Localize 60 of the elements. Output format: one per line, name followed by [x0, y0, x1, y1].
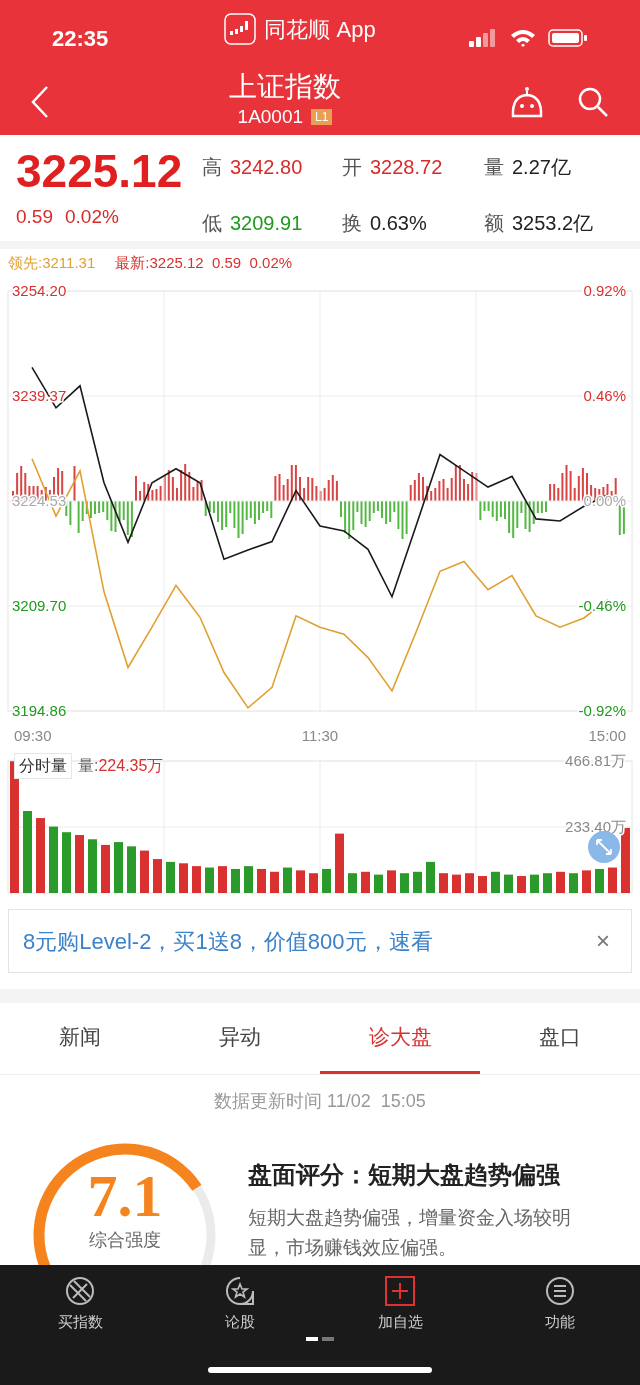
- axis-label: 0.46%: [583, 386, 626, 404]
- index-code: 1A0001: [237, 104, 304, 129]
- stat-value: 3228.72: [370, 155, 443, 180]
- price-change-percent: 0.02%: [65, 205, 119, 229]
- nav-item[interactable]: 论股: [160, 1275, 320, 1335]
- axis-label: 0.92%: [583, 282, 626, 299]
- plus-box-icon: [384, 1275, 416, 1307]
- price-change: 0.59: [16, 205, 53, 229]
- legend-label: 最新:3225.12 0.59 0.02%: [115, 252, 293, 273]
- score-caption: 综合强度: [89, 1229, 161, 1252]
- tab[interactable]: 异动: [160, 1003, 320, 1074]
- promo-text[interactable]: 8元购Level-2，买1送8，价值800元，速看: [23, 924, 433, 958]
- nav-item[interactable]: 加自选: [320, 1275, 480, 1335]
- expand-icon: [595, 838, 613, 856]
- index-price: 3225.12: [16, 145, 184, 197]
- time-label: 15:00: [588, 727, 626, 744]
- stat-label: 额: [484, 211, 504, 236]
- tab[interactable]: 新闻: [0, 1003, 160, 1074]
- volume-reading: 量:224.35万: [78, 756, 164, 776]
- time-label: 09:30: [14, 727, 52, 744]
- stat-value: 3209.91: [230, 211, 303, 236]
- tab[interactable]: 盘口: [480, 1003, 640, 1074]
- battery-icon: [548, 28, 588, 48]
- menu-icon: [544, 1275, 576, 1307]
- app-logo-icon: [224, 13, 257, 45]
- legend-label: 领先:3211.31: [8, 252, 96, 273]
- wifi-icon: [510, 28, 536, 48]
- stat-value: 3242.80: [230, 155, 303, 180]
- stat-label: 量: [484, 155, 504, 180]
- robot-button[interactable]: [510, 84, 544, 119]
- volume-tag: 分时量: [14, 753, 72, 779]
- star-chat-icon: [224, 1275, 256, 1307]
- close-button[interactable]: ×: [589, 927, 617, 955]
- stat-value: 3253.2亿: [512, 211, 594, 236]
- stat-value: 0.63%: [370, 211, 427, 236]
- clock: 22:35: [52, 24, 110, 53]
- level-tag: L1: [311, 108, 333, 125]
- axis-label: 3194.86: [12, 702, 67, 719]
- update-time: 数据更新时间 11/02 15:05: [214, 1089, 426, 1113]
- stat-label: 开: [342, 155, 362, 180]
- app-name: 同花顺 App: [264, 15, 376, 44]
- page-title: 上证指数: [229, 69, 341, 104]
- axis-label: 3254.20: [12, 282, 67, 299]
- signal-icon: [468, 28, 498, 48]
- score-description: 短期大盘趋势偏强，增量资金入场较明显，市场赚钱效应偏强。: [248, 1206, 572, 1260]
- nav-item[interactable]: 买指数: [0, 1275, 160, 1335]
- aperture-icon: [64, 1275, 96, 1307]
- score-value: 7.1: [87, 1165, 163, 1227]
- nav-item[interactable]: 功能: [480, 1275, 640, 1335]
- stat-label: 高: [202, 155, 222, 180]
- axis-label: -0.92%: [578, 702, 626, 719]
- axis-label: 466.81万: [565, 752, 626, 769]
- score-title: 盘面评分：短期大盘趋势偏强: [248, 1160, 561, 1190]
- axis-label: 233.40万: [565, 818, 626, 835]
- time-label: 11:30: [301, 727, 339, 744]
- tab[interactable]: 诊大盘: [320, 1003, 480, 1074]
- axis-label: 3209.70: [12, 596, 67, 614]
- stat-label: 低: [202, 211, 222, 236]
- stat-label: 换: [342, 211, 362, 236]
- stat-value: 2.27亿: [512, 155, 571, 180]
